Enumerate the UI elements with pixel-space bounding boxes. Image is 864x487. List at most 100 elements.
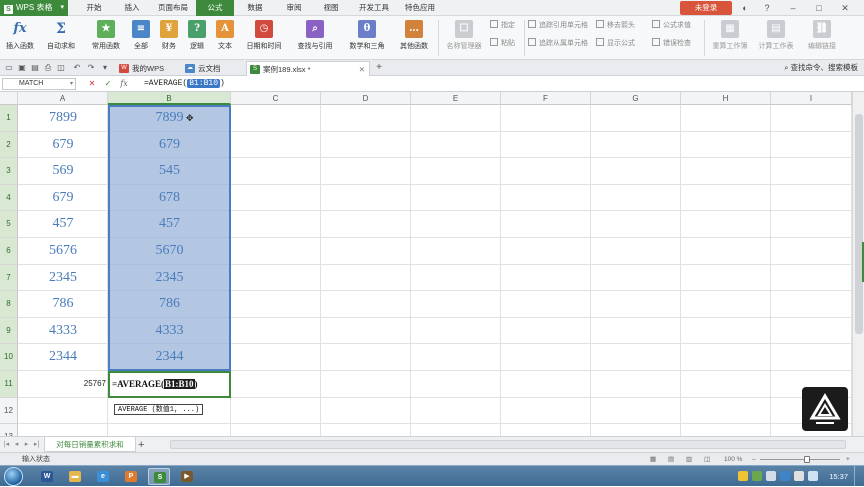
column-header-h[interactable]: H: [681, 92, 771, 105]
zoom-slider-knob[interactable]: [804, 456, 810, 463]
logical-button[interactable]: ? 逻辑: [184, 18, 210, 58]
cell-a11[interactable]: 25767: [18, 371, 106, 398]
cell-c10[interactable]: [231, 344, 321, 371]
cell-c5[interactable]: [231, 211, 321, 238]
tray-blue-icon[interactable]: [780, 471, 790, 481]
preview-icon[interactable]: ◫: [56, 63, 66, 73]
cell-h11[interactable]: [681, 371, 771, 398]
taskbar-word-app[interactable]: W: [36, 468, 58, 485]
remove-arrows-button[interactable]: 移去箭头: [596, 20, 635, 32]
cell-g11[interactable]: [591, 371, 681, 398]
tray-notify-icon[interactable]: [738, 471, 748, 481]
cell-g2[interactable]: [591, 131, 681, 159]
cell-c1[interactable]: [231, 105, 321, 132]
cell-d10[interactable]: [321, 344, 411, 371]
restore-icon[interactable]: □: [812, 1, 826, 15]
last-sheet-icon[interactable]: ▸|: [32, 439, 41, 451]
cell-b11-editing[interactable]: =AVERAGE(B1:B10): [108, 371, 231, 398]
paste-name-button[interactable]: 粘贴: [490, 38, 515, 50]
cell-d5[interactable]: [321, 211, 411, 238]
cell-e8[interactable]: [411, 291, 501, 318]
cell-d9[interactable]: [321, 317, 411, 345]
error-check-button[interactable]: 错误检查: [652, 38, 691, 50]
cell-f11[interactable]: [501, 371, 591, 398]
show-desktop-button[interactable]: [854, 466, 864, 487]
cell-c8[interactable]: [231, 291, 321, 318]
select-all-corner[interactable]: [0, 92, 18, 105]
tray-display-icon[interactable]: [808, 471, 818, 481]
app-menu-button[interactable]: S WPS 表格 ▾: [0, 0, 68, 16]
fx-icon[interactable]: fx: [118, 78, 130, 90]
tab-cloud-docs[interactable]: ☁ 云文档: [182, 61, 244, 76]
cell-b13[interactable]: [108, 424, 231, 436]
menu-tab-page-layout[interactable]: 页面布局: [150, 0, 196, 16]
cell-c12[interactable]: [231, 397, 321, 425]
row-header-5[interactable]: 5: [0, 211, 18, 238]
cell-i3[interactable]: [771, 158, 852, 185]
prev-sheet-icon[interactable]: ◂: [12, 439, 21, 451]
zoom-in-icon[interactable]: +: [846, 455, 850, 464]
cell-e13[interactable]: [411, 424, 501, 436]
cell-g8[interactable]: [591, 291, 681, 318]
taskbar-explorer-app[interactable]: ▬: [64, 468, 86, 485]
cell-c4[interactable]: [231, 184, 321, 212]
text-button[interactable]: A 文本: [212, 18, 238, 58]
confirm-icon[interactable]: ✓: [102, 78, 114, 90]
math-trig-button[interactable]: θ 数学和三角: [342, 18, 392, 58]
row-header-3[interactable]: 3: [0, 158, 18, 185]
menu-tab-formulas[interactable]: 公式: [196, 0, 234, 16]
row-header-12[interactable]: 12: [0, 397, 18, 425]
trace-dependents-button[interactable]: 追踪从属单元格: [528, 38, 588, 50]
cell-c2[interactable]: [231, 131, 321, 159]
formula-input[interactable]: =AVERAGE(B1:B10): [144, 78, 225, 90]
cell-i8[interactable]: [771, 291, 852, 318]
menu-tab-insert[interactable]: 插入: [114, 0, 150, 16]
row-header-11[interactable]: 11: [0, 371, 18, 398]
print-icon[interactable]: ⎙: [43, 63, 53, 73]
redo-icon[interactable]: ↷: [86, 63, 96, 73]
column-header-e[interactable]: E: [411, 92, 501, 105]
cell-e3[interactable]: [411, 158, 501, 185]
cell-h12[interactable]: [681, 397, 771, 425]
cell-d7[interactable]: [321, 264, 411, 292]
cell-g5[interactable]: [591, 211, 681, 238]
cell-f4[interactable]: [501, 184, 591, 212]
cell-g12[interactable]: [591, 397, 681, 425]
add-sheet-icon[interactable]: +: [138, 438, 144, 452]
taskbar-clock[interactable]: 15:37: [829, 466, 848, 487]
new-tab-icon[interactable]: +: [374, 63, 384, 73]
cell-e1[interactable]: [411, 105, 501, 132]
menu-tab-data[interactable]: 数据: [236, 0, 274, 16]
row-header-10[interactable]: 10: [0, 344, 18, 371]
cell-i5[interactable]: [771, 211, 852, 238]
cell-a12[interactable]: [18, 397, 108, 425]
tab-my-wps[interactable]: W 我的WPS: [116, 61, 180, 76]
cell-i4[interactable]: [771, 184, 852, 212]
trace-precedents-button[interactable]: 追踪引用单元格: [528, 20, 588, 32]
cell-h5[interactable]: [681, 211, 771, 238]
cell-e11[interactable]: [411, 371, 501, 398]
cell-d6[interactable]: [321, 238, 411, 265]
cell-i2[interactable]: [771, 131, 852, 159]
zoom-level[interactable]: 100 %: [724, 455, 742, 464]
login-button[interactable]: 未登录: [680, 1, 732, 15]
scroll-thumb[interactable]: [855, 114, 863, 334]
quick-access-dropdown-icon[interactable]: ▾: [100, 63, 110, 73]
cell-e2[interactable]: [411, 131, 501, 159]
evaluate-formula-button[interactable]: 公式求值: [652, 20, 691, 32]
cell-d4[interactable]: [321, 184, 411, 212]
cell-e10[interactable]: [411, 344, 501, 371]
cell-d8[interactable]: [321, 291, 411, 318]
minimize-icon[interactable]: –: [786, 1, 800, 15]
cell-f12[interactable]: [501, 397, 591, 425]
undo-icon[interactable]: ↶: [72, 63, 82, 73]
tray-network-icon[interactable]: [766, 471, 776, 481]
vertical-scrollbar[interactable]: [852, 92, 864, 436]
menu-tab-review[interactable]: 审阅: [276, 0, 312, 16]
cell-e12[interactable]: [411, 397, 501, 425]
name-box[interactable]: MATCH ▾: [2, 78, 76, 90]
specify-button[interactable]: 指定: [490, 20, 515, 32]
cell-d1[interactable]: [321, 105, 411, 132]
cell-i7[interactable]: [771, 264, 852, 292]
cancel-icon[interactable]: ✕: [86, 78, 98, 90]
